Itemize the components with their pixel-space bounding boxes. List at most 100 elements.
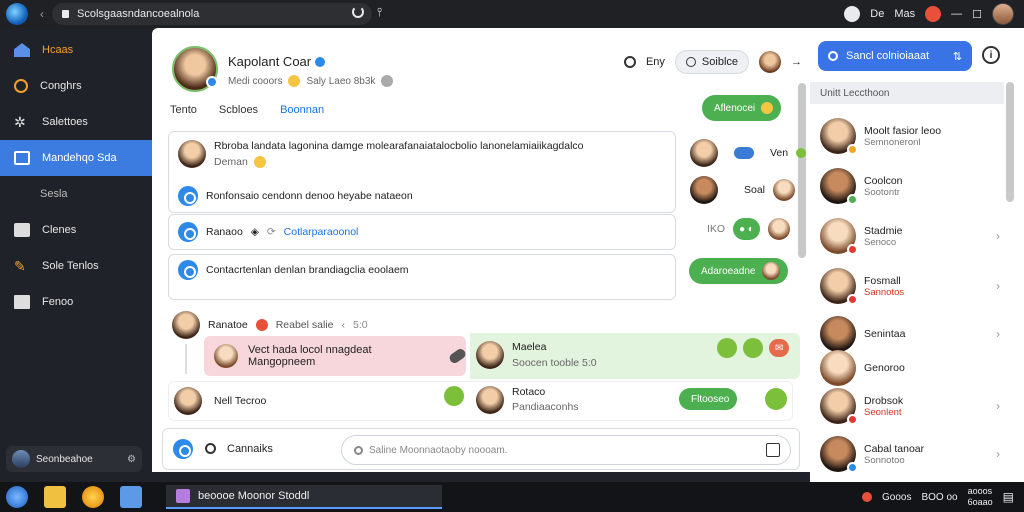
attachment-icon[interactable] <box>447 346 468 366</box>
sidebar-item-files[interactable]: Fenoo <box>0 284 152 320</box>
avatar[interactable] <box>172 311 200 339</box>
browser-label-2[interactable]: Mas <box>894 8 915 20</box>
arrow-icon[interactable]: → <box>791 56 802 68</box>
composer-icon[interactable] <box>173 439 193 459</box>
chevron-right-icon[interactable]: › <box>996 229 1000 243</box>
avatar[interactable] <box>767 218 790 240</box>
info-icon[interactable]: i <box>982 46 1000 64</box>
status-badge <box>847 462 858 473</box>
user-avatar[interactable] <box>992 3 1014 25</box>
status-badge <box>847 194 858 205</box>
action-label: Fltooseo <box>691 393 730 405</box>
pin-icon[interactable]: ⫯ <box>377 5 382 20</box>
message-action-button[interactable]: Adaroeadne <box>689 258 788 284</box>
avatar[interactable] <box>690 176 718 204</box>
message-text: Rbroba landata lagonina damge molearafan… <box>214 140 584 152</box>
chevron-right-icon[interactable]: › <box>996 327 1000 341</box>
browser-logo-icon[interactable] <box>6 3 28 25</box>
reaction-chip[interactable]: ● ◐ <box>733 218 760 240</box>
highlighted-message[interactable]: Vect hada locol nnagdeat Mangopneem <box>204 336 468 376</box>
sender-sub: Pandiaaconhs <box>512 401 579 413</box>
sidebar-user-chip[interactable]: Seonbeahoe ⚙ <box>6 446 142 472</box>
sidebar-subitem[interactable]: Sesla <box>0 176 152 212</box>
sidebar-item-dashboard[interactable]: Mandehqo Sda <box>0 140 152 176</box>
status-ring-icon[interactable] <box>623 56 636 68</box>
browser-icon[interactable] <box>82 486 104 508</box>
contact-item[interactable]: Cabal tanoar Sonnotoo › <box>820 436 1000 473</box>
scrollbar[interactable] <box>798 83 806 258</box>
start-icon[interactable] <box>6 486 28 508</box>
contact-item[interactable]: Coolcon Sootontr <box>820 168 1000 205</box>
notifications-icon[interactable]: ▤ <box>1003 490 1014 504</box>
search-contacts-button[interactable]: Sancl colnioiaaat ⇅ <box>818 41 972 71</box>
search-input[interactable]: Saline Moonnaotaoby noooam. <box>341 435 791 465</box>
avatar <box>761 262 780 280</box>
sidebar-item-contacts[interactable]: Conghrs <box>0 68 152 104</box>
link-icon[interactable]: ⟳ <box>267 226 276 238</box>
top-action-button[interactable]: Aflenocei <box>702 95 782 121</box>
clock-icon <box>14 79 28 93</box>
address-bar[interactable]: Scolsgaasndancoealnola <box>52 3 372 25</box>
reaction-icon[interactable] <box>743 338 763 358</box>
folder-icon[interactable] <box>44 486 66 508</box>
contact-avatar[interactable] <box>172 46 218 92</box>
sidebar-item-home[interactable]: Hcaas <box>0 32 152 68</box>
contact-item[interactable]: Stadmie Senoco › <box>820 218 1000 255</box>
sidebar-item-label: Conghrs <box>40 80 82 92</box>
tray-icon[interactable] <box>862 492 873 502</box>
sidebar-item-clients[interactable]: Clenes <box>0 212 152 248</box>
header-avatar[interactable] <box>759 51 781 73</box>
compose-icon[interactable] <box>766 443 780 457</box>
chevron-right-icon[interactable]: › <box>996 447 1000 461</box>
avatar[interactable] <box>174 387 202 415</box>
tab-text[interactable]: Tento <box>170 104 197 116</box>
contact-status: Semnoneronl <box>864 136 921 148</box>
avatar[interactable] <box>476 386 504 414</box>
message-row: Contacrtenlan denlan brandiagclia eoolae… <box>178 260 409 280</box>
header-action-label[interactable]: Eny <box>646 56 665 68</box>
header-pill-button[interactable]: Soiblce <box>674 50 749 74</box>
back-icon[interactable]: ‹ <box>40 7 44 21</box>
tab-active[interactable]: Boonnan <box>280 104 324 116</box>
contact-item[interactable]: Senintaa › <box>820 316 1000 352</box>
contact-item[interactable]: Genoroo <box>820 350 1000 386</box>
maximize-icon[interactable]: ☐ <box>972 8 982 21</box>
status-icon[interactable] <box>765 388 787 410</box>
search-icon[interactable] <box>205 443 216 454</box>
clock[interactable]: aooos 6oaao <box>968 486 993 508</box>
taskbar-window[interactable]: beoooe Moonor Stoddl <box>166 485 442 509</box>
message-action-button[interactable]: Fltooseo <box>679 388 738 410</box>
contact-subtitle: Medi cooors Saly Laeo 8b3k <box>228 75 394 87</box>
avatar[interactable] <box>773 179 796 201</box>
chevron-right-icon[interactable]: › <box>996 399 1000 413</box>
avatar[interactable] <box>476 341 504 369</box>
reaction-chip[interactable]: ✉ <box>769 339 790 357</box>
message-link[interactable]: Cotlarparaoonol <box>284 226 359 238</box>
reaction-icon[interactable] <box>717 338 737 358</box>
tab-schedules[interactable]: Scbloes <box>219 104 258 116</box>
contact-text: Drobsok Seonlent <box>864 395 903 418</box>
notification-icon[interactable] <box>925 6 942 22</box>
contact-status: Seonlent <box>864 406 902 418</box>
message-row: Ronfonsaio cendonn denoo heyabe nataeon <box>178 186 413 206</box>
contact-item[interactable]: Drobsok Seonlent › <box>820 388 1000 425</box>
contacts-panel: Sancl colnioiaaat ⇅ i Unitt Leccthoon Mo… <box>810 28 1024 482</box>
gear-icon[interactable]: ⚙ <box>127 454 136 465</box>
app-icon[interactable] <box>120 486 142 508</box>
avatar[interactable] <box>690 139 718 167</box>
contact-name: Drobsok <box>864 394 904 407</box>
reload-icon[interactable] <box>352 6 364 18</box>
minimize-icon[interactable]: — <box>951 8 962 20</box>
sidebar-item-tools[interactable]: ✎ Sole Tenlos <box>0 248 152 284</box>
side-label: Ven <box>770 147 789 159</box>
button-label: Sancl colnioiaaat <box>846 50 930 62</box>
browser-label-1[interactable]: De <box>870 8 884 20</box>
side-avatar-row: Ven <box>690 139 807 167</box>
scrollbar[interactable] <box>1006 82 1014 202</box>
contact-status: Sonnotoo <box>864 454 905 466</box>
profile-circle-icon[interactable] <box>844 6 861 22</box>
sidebar-item-settings[interactable]: ✲ Salettoes <box>0 104 152 140</box>
chevron-right-icon[interactable]: › <box>996 279 1000 293</box>
contact-item[interactable]: Fosmall Sannotos › <box>820 268 1000 305</box>
contact-item[interactable]: Moolt fasior leoo Semnoneronl <box>820 118 1000 155</box>
